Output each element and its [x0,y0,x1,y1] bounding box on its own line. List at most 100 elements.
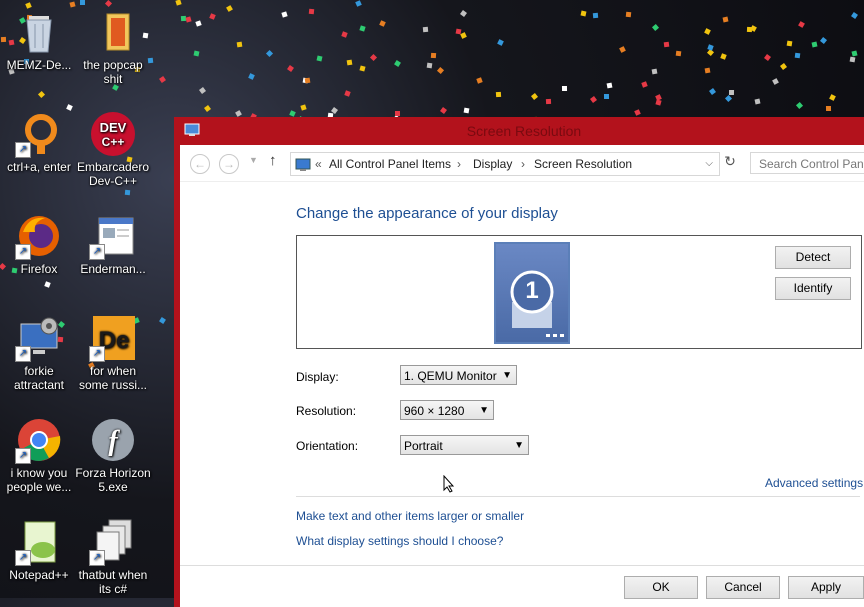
identify-button[interactable]: Identify [775,277,851,300]
confetti-piece [198,86,207,95]
recycle-bin-icon [15,8,63,56]
orange-ring-icon: ↗ [15,110,63,158]
confetti-piece [625,11,632,18]
confetti-piece [204,105,211,112]
confetti-piece [580,10,587,17]
confetti-piece [530,92,539,101]
desktop-icon-label: Embarcadero Dev-C++ [76,160,150,188]
confetti-piece [226,5,233,12]
display-label: Display: [296,370,339,384]
chevron-down-icon: ▼ [479,405,489,416]
shortcut-arrow-icon: ↗ [15,448,31,464]
page-title: Change the appearance of your display [296,205,558,222]
confetti-piece [786,40,793,47]
confetti-piece [104,0,113,8]
monitor-number: 1 [525,277,539,304]
orientation-select[interactable]: Portrait ▼ [400,435,529,455]
desktop-icon-popcap-folder[interactable]: the popcap shit [74,8,152,86]
desktop-icon-forkie[interactable]: ↗ forkie attractant [0,314,78,392]
desktop-icon-devcpp[interactable]: DEV C++ Embarcadero Dev-C++ [74,110,152,188]
forward-button[interactable]: → [219,154,239,174]
confetti-piece [722,16,729,23]
desktop-icon-firefox[interactable]: ↗ Firefox [0,212,78,276]
desktop-icon-label: i know you people we... [6,466,72,494]
de-icon: De ↗ [89,314,137,362]
cancel-button[interactable]: Cancel [706,576,780,599]
firefox-icon: ↗ [15,212,63,260]
confetti-piece [728,89,735,96]
breadcrumb-all-control-panel-items[interactable]: All Control Panel Items [329,153,451,175]
confetti-piece [589,95,598,104]
stacked-windows-icon: ↗ [89,518,137,566]
confetti-piece [235,110,242,117]
orientation-label: Orientation: [296,439,359,453]
recent-locations-dropdown-icon[interactable]: ▼ [249,155,258,165]
control-panel-small-icon [295,157,311,179]
confetti-piece [455,28,462,35]
confetti-piece [355,0,362,7]
footer-divider [180,565,864,566]
confetti-piece [851,50,858,57]
confetti-piece [634,109,641,116]
desktop-icon-notepadpp[interactable]: ↗ Notepad++ [0,518,78,582]
confetti-piece [359,65,366,72]
desktop-icon-enderman[interactable]: ↗ Enderman... [74,212,152,276]
ok-button[interactable]: OK [624,576,698,599]
confetti-piece [619,46,626,53]
desktop-icon-chrome[interactable]: ↗ i know you people we... [0,416,78,494]
confetti-piece [209,13,216,20]
advanced-settings-link[interactable]: Advanced settings [765,476,863,490]
confetti-piece [663,41,670,48]
confetti-piece [248,73,255,80]
confetti-piece [236,41,243,48]
confetti-piece [175,0,182,6]
confetti-piece [159,317,166,324]
desktop-icon-memz[interactable]: MEMZ-De... [0,8,78,72]
resolution-select[interactable]: 960 × 1280 ▼ [400,400,494,420]
monitor-1-tile[interactable]: 1 [494,242,570,344]
desktop-icon-label: the popcap shit [83,58,143,86]
confetti-piece [779,62,788,71]
address-dropdown-icon[interactable]: ⌵ [705,153,713,175]
confetti-piece [281,11,288,18]
divider [296,496,860,497]
address-bar[interactable]: « All Control Panel Items › Display › Sc… [290,152,720,176]
breadcrumb-screen-resolution[interactable]: Screen Resolution [534,153,632,175]
confetti-piece [606,82,613,89]
chevron-down-icon: ▼ [502,370,512,381]
desktop-icon-ctrl-a[interactable]: ↗ ctrl+a, enter [0,110,78,174]
confetti-piece [265,49,274,58]
desktop-icon-thatbut[interactable]: ↗ thatbut when its c# [74,518,152,596]
apply-button[interactable]: Apply [788,576,864,599]
monitor-preview-area: 1 Detect Identify [296,235,862,349]
breadcrumb-display[interactable]: Display [473,153,512,175]
make-text-larger-link[interactable]: Make text and other items larger or smal… [296,509,524,523]
shortcut-arrow-icon: ↗ [15,550,31,566]
confetti-piece [798,21,805,28]
confetti-piece [341,31,348,38]
window-titlebar[interactable]: Screen Resolution [174,117,864,145]
confetti-piece [825,105,832,112]
desktop-icon-label: thatbut when its c# [78,568,148,596]
confetti-piece [651,23,660,32]
chrome-icon: ↗ [15,416,63,464]
display-settings-help-link[interactable]: What display settings should I choose? [296,534,503,548]
up-arrow-icon[interactable]: ↑ [269,152,277,169]
search-input[interactable]: Search Control Panel [750,152,864,174]
desktop-icon-label: Forza Horizon 5.exe [75,466,151,494]
devcpp-icon: DEV C++ [89,110,137,158]
confetti-piece [561,85,568,92]
back-button[interactable]: ← [190,154,210,174]
confetti-piece [754,98,761,105]
confetti-piece [346,59,353,66]
breadcrumb-overflow[interactable]: « [315,153,322,175]
orientation-select-value: Portrait [404,439,443,453]
confetti-piece [463,107,470,114]
desktop-icon-forza[interactable]: f Forza Horizon 5.exe [74,416,152,494]
confetti-piece [394,60,401,67]
desktop-icon-de[interactable]: De ↗ for when some russi... [74,314,152,392]
display-select[interactable]: 1. QEMU Monitor ▼ [400,365,517,385]
detect-button[interactable]: Detect [775,246,851,269]
refresh-icon[interactable]: ↻ [720,153,740,170]
confetti-piece [811,41,818,48]
